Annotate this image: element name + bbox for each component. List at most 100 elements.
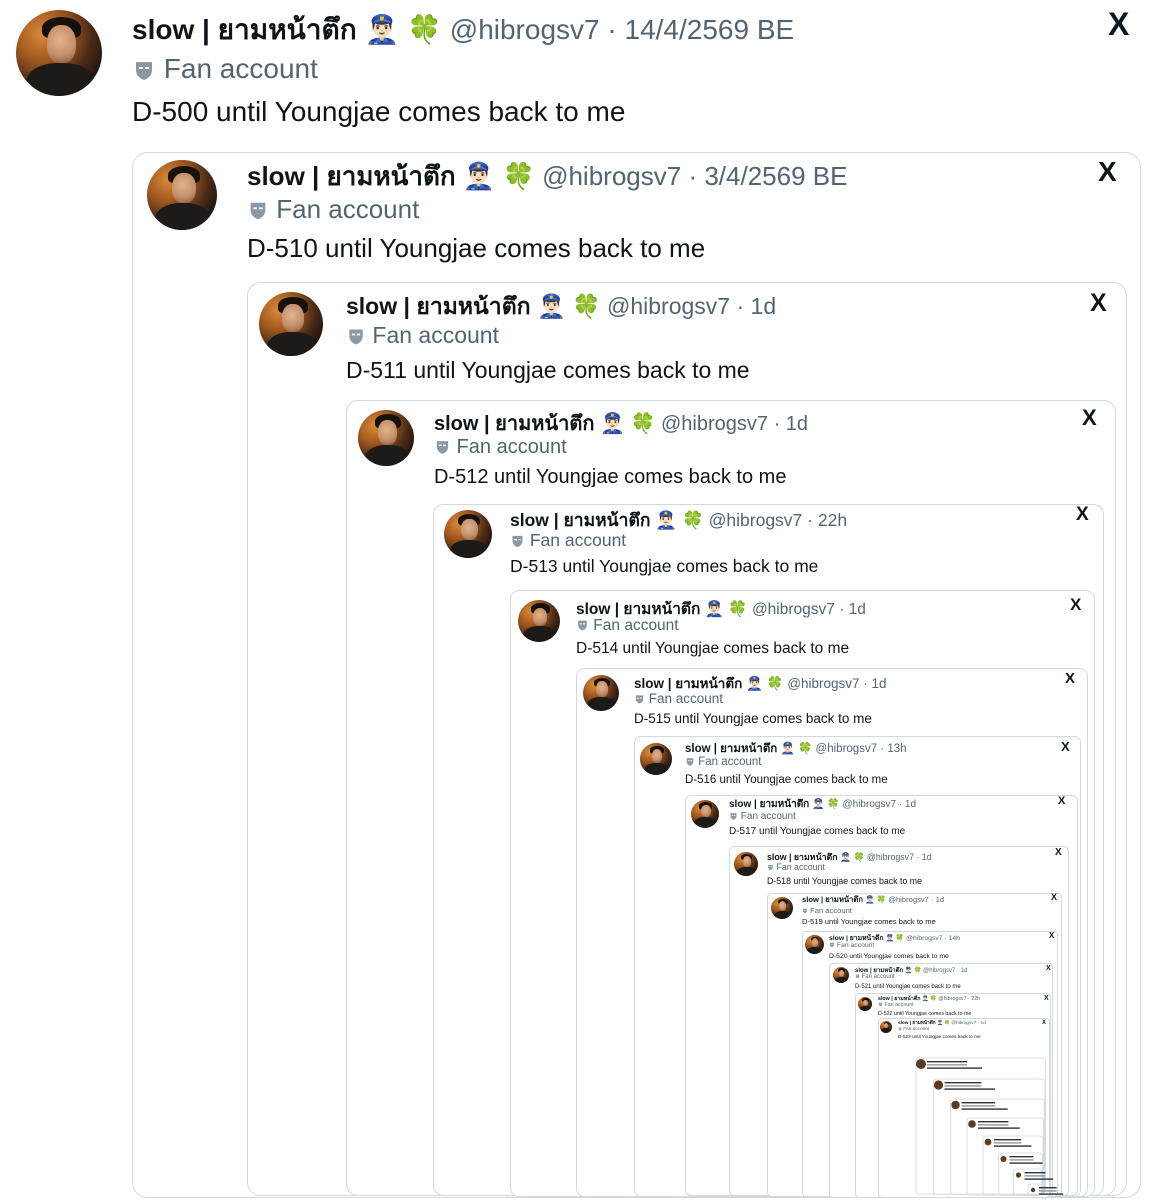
timestamp[interactable]: 14h xyxy=(949,935,960,942)
avatar[interactable] xyxy=(147,160,217,230)
display-name[interactable]: slow | ยามหน้าตึก xyxy=(729,799,809,810)
display-name[interactable]: slow | ยามหน้าตึก xyxy=(576,601,700,618)
fan-account-badge: Fan account xyxy=(855,974,895,980)
display-name[interactable]: slow | ยามหน้าตึก xyxy=(434,413,594,435)
user-handle[interactable]: @hibrogsv7 xyxy=(816,743,878,755)
avatar[interactable] xyxy=(734,852,758,876)
timestamp[interactable]: 1d xyxy=(905,799,916,810)
x-logo-icon[interactable]: X xyxy=(1055,848,1062,858)
timestamp[interactable]: 1d xyxy=(751,293,777,319)
police-officer-emoji-icon: 👮🏻‍♂️ xyxy=(600,413,625,435)
timestamp[interactable]: 1d xyxy=(786,413,808,435)
display-name[interactable]: slow | ยามหน้าตึก xyxy=(346,293,531,319)
avatar[interactable] xyxy=(358,410,414,466)
user-handle[interactable]: @hibrogsv7 xyxy=(888,895,929,904)
timestamp[interactable]: 13h xyxy=(887,743,906,755)
avatar[interactable] xyxy=(259,292,323,356)
x-logo-icon[interactable]: X xyxy=(1108,8,1129,40)
user-handle[interactable]: @hibrogsv7 xyxy=(843,799,897,810)
shield-mask-icon xyxy=(136,61,152,80)
timestamp[interactable]: 3/4/2569 BE xyxy=(704,161,847,191)
x-logo-icon[interactable]: X xyxy=(1049,932,1054,940)
x-logo-icon[interactable]: X xyxy=(1082,407,1097,429)
avatar[interactable] xyxy=(771,897,793,919)
avatar[interactable] xyxy=(691,800,719,828)
avatar[interactable] xyxy=(858,997,872,1011)
display-name[interactable]: slow | ยามหน้าตึก xyxy=(132,14,357,45)
separator-dot: · xyxy=(681,161,705,191)
user-handle[interactable]: @hibrogsv7 xyxy=(661,413,768,435)
display-name[interactable]: slow | ยามหน้าตึก xyxy=(829,935,884,942)
badge-label: Fan account xyxy=(883,1002,914,1008)
timestamp[interactable]: 1d xyxy=(872,676,887,691)
x-logo-icon[interactable]: X xyxy=(1058,796,1065,807)
avatar[interactable] xyxy=(583,675,619,711)
separator-dot: · xyxy=(834,601,849,618)
tweet-text: D-512 until Youngjae comes back to me xyxy=(434,466,787,488)
four-leaf-clover-emoji-icon: 🍀 xyxy=(681,510,704,530)
user-handle[interactable]: @hibrogsv7 xyxy=(787,676,859,691)
timestamp[interactable]: 1d xyxy=(936,895,944,904)
display-name[interactable]: slow | ยามหน้าตึก xyxy=(898,1020,936,1025)
timestamp[interactable]: 1d xyxy=(849,601,866,618)
tweet-text: D-516 until Youngjae comes back to me xyxy=(685,774,888,786)
shield-mask-icon xyxy=(768,865,773,871)
display-name[interactable]: slow | ยามหน้าตึก xyxy=(802,895,863,904)
badge-label: Fan account xyxy=(902,1026,930,1031)
fan-account-badge: Fan account xyxy=(685,756,761,768)
x-logo-icon[interactable]: X xyxy=(1044,995,1049,1002)
timestamp[interactable]: 1d xyxy=(961,968,968,974)
quoted-tweet-card[interactable] xyxy=(878,1018,1050,1198)
avatar[interactable] xyxy=(518,600,560,642)
user-handle[interactable]: @hibrogsv7 xyxy=(607,293,730,319)
display-name[interactable]: slow | ยามหน้าตึก xyxy=(685,743,777,755)
x-logo-icon[interactable]: X xyxy=(1090,291,1107,316)
avatar[interactable] xyxy=(805,935,824,954)
display-name[interactable]: slow | ยามหน้าตึก xyxy=(767,852,838,862)
separator-dot: · xyxy=(599,14,625,45)
four-leaf-clover-emoji-icon: 🍀 xyxy=(944,1020,950,1025)
timestamp[interactable]: 1d xyxy=(922,852,932,862)
avatar[interactable] xyxy=(640,743,672,775)
four-leaf-clover-emoji-icon: 🍀 xyxy=(407,14,442,45)
user-handle[interactable]: @hibrogsv7 xyxy=(542,161,681,191)
x-logo-icon[interactable]: X xyxy=(1098,158,1117,186)
x-logo-icon[interactable]: X xyxy=(1070,596,1081,613)
separator-dot: · xyxy=(877,743,888,755)
avatar[interactable] xyxy=(16,10,102,96)
x-logo-icon[interactable]: X xyxy=(1042,1020,1046,1026)
user-handle[interactable]: @hibrogsv7 xyxy=(951,1020,976,1025)
user-handle[interactable]: @hibrogsv7 xyxy=(867,852,914,862)
avatar[interactable] xyxy=(444,510,492,558)
display-name[interactable]: slow | ยามหน้าตึก xyxy=(247,161,456,191)
police-officer-emoji-icon: 👮🏻‍♂️ xyxy=(812,799,825,810)
police-officer-emoji-icon: 👮🏻‍♂️ xyxy=(780,743,795,755)
x-logo-icon[interactable]: X xyxy=(1046,965,1051,972)
timestamp[interactable]: 1d xyxy=(981,1020,986,1025)
user-handle[interactable]: @hibrogsv7 xyxy=(450,14,600,45)
x-logo-icon[interactable]: X xyxy=(1061,740,1070,753)
x-logo-icon[interactable]: X xyxy=(1051,893,1057,902)
tweet-text: D-521 until Youngjae comes back to me xyxy=(855,984,961,990)
avatar[interactable] xyxy=(833,967,849,983)
tweet-text: D-517 until Youngjae comes back to me xyxy=(729,826,906,837)
four-leaf-clover-emoji-icon: 🍀 xyxy=(502,161,535,191)
x-logo-icon[interactable]: X xyxy=(1076,505,1089,524)
tweet-text: D-518 until Youngjae comes back to me xyxy=(767,876,923,886)
separator-dot: · xyxy=(913,852,922,862)
shield-mask-icon xyxy=(436,441,449,455)
display-name[interactable]: slow | ยามหน้าตึก xyxy=(510,510,650,530)
timestamp[interactable]: 22h xyxy=(971,996,980,1002)
user-handle[interactable]: @hibrogsv7 xyxy=(923,968,955,974)
display-name[interactable]: slow | ยามหน้าตึก xyxy=(634,676,742,691)
avatar[interactable] xyxy=(880,1021,892,1033)
user-handle[interactable]: @hibrogsv7 xyxy=(938,996,966,1002)
badge-label: Fan account xyxy=(835,942,875,949)
timestamp[interactable]: 22h xyxy=(818,510,847,530)
user-handle[interactable]: @hibrogsv7 xyxy=(709,510,803,530)
x-logo-icon[interactable]: X xyxy=(1065,671,1075,686)
user-handle[interactable]: @hibrogsv7 xyxy=(906,935,942,942)
separator-dot: · xyxy=(928,895,936,904)
timestamp[interactable]: 14/4/2569 BE xyxy=(625,14,795,45)
user-handle[interactable]: @hibrogsv7 xyxy=(752,601,835,618)
